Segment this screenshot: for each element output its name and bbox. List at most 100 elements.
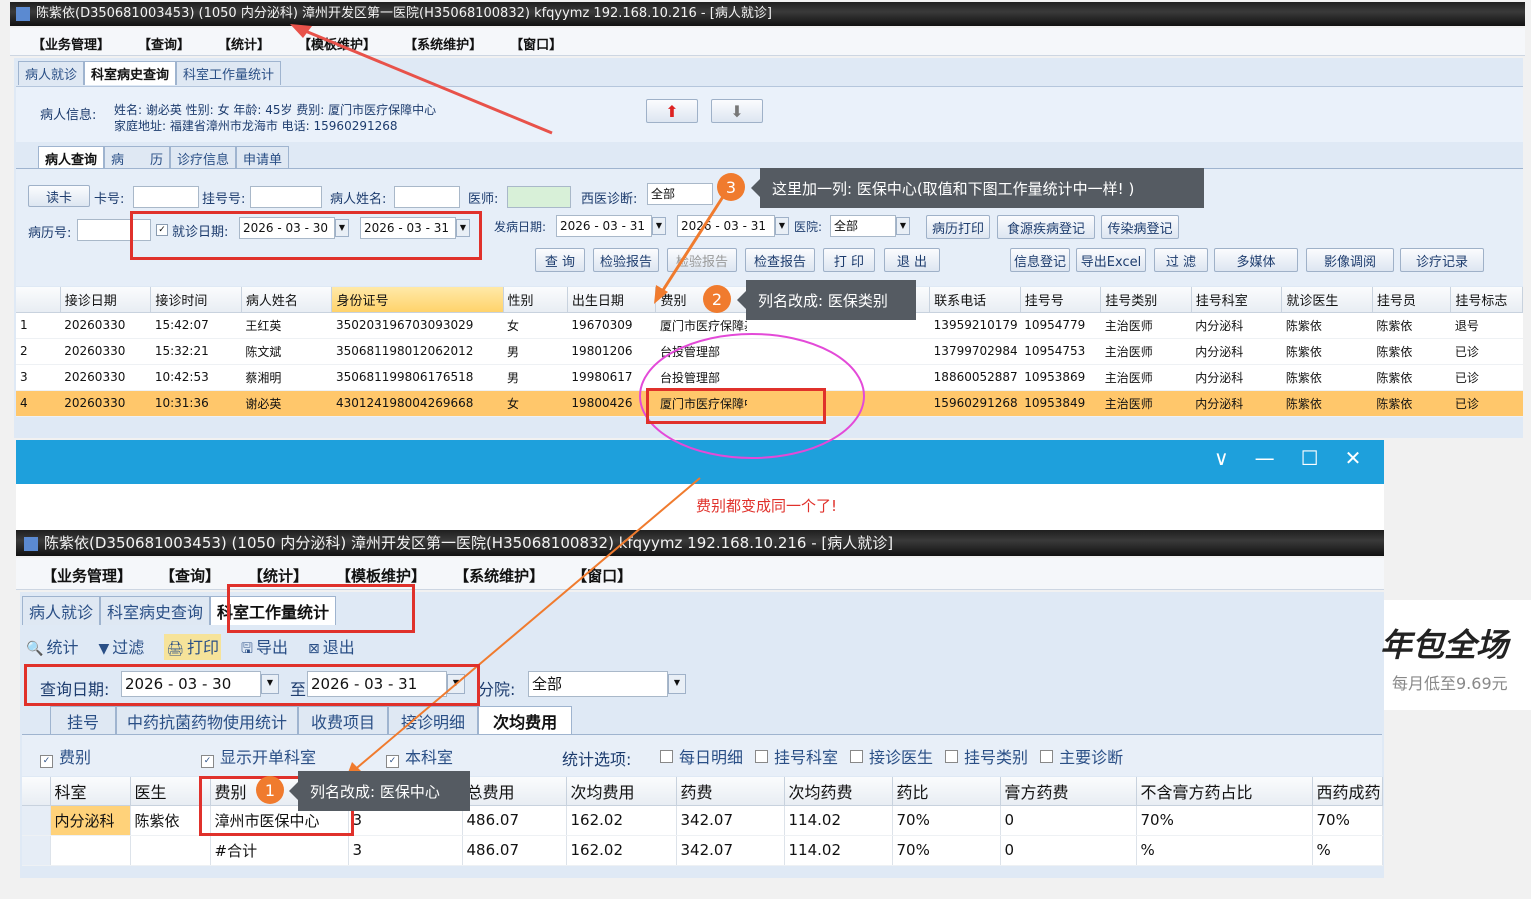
record-print-button[interactable]: 病历打印	[926, 215, 990, 239]
tab-patient-visit[interactable]: 病人就诊	[22, 596, 101, 625]
chevron-down-icon[interactable]: ∨	[1214, 446, 1229, 476]
tab-visit-detail[interactable]: 接诊明细	[388, 706, 479, 735]
diagnosis-select[interactable]: 全部	[647, 183, 713, 205]
column-header[interactable]: 费别	[655, 287, 748, 313]
reg-type-checkbox[interactable]: 挂号类别	[945, 744, 1028, 768]
tab-treatment-info[interactable]: 诊疗信息	[170, 146, 237, 170]
menu-template[interactable]: 【模板维护】	[336, 565, 426, 586]
menu-business[interactable]: 【业务管理】	[32, 34, 110, 53]
tab-registration[interactable]: 挂号	[50, 706, 117, 735]
column-header[interactable]: 西药成药	[1312, 777, 1383, 806]
column-header[interactable]: 总费用	[462, 777, 567, 806]
tab-charge-items[interactable]: 收费项目	[298, 706, 389, 735]
column-header[interactable]: 接诊日期	[60, 287, 152, 313]
info-register-button[interactable]: 信息登记	[1010, 248, 1070, 272]
column-header[interactable]: 性别	[503, 287, 568, 313]
treatment-record-button[interactable]: 诊疗记录	[1400, 248, 1484, 272]
column-header[interactable]: 病人姓名	[241, 287, 333, 313]
reg-dept-checkbox[interactable]: 挂号科室	[755, 744, 838, 768]
export-excel-button[interactable]: 导出Excel	[1076, 248, 1146, 272]
patient-name-input[interactable]	[394, 186, 460, 208]
menu-system[interactable]: 【系统维护】	[404, 34, 482, 53]
menu-system[interactable]: 【系统维护】	[454, 565, 544, 586]
chevron-down-icon[interactable]: ▼	[668, 674, 686, 694]
menu-stats[interactable]: 【统计】	[248, 565, 308, 586]
column-header[interactable]: 药比	[892, 777, 1001, 806]
tab-requisition[interactable]: 申请单	[236, 146, 290, 170]
filter-button[interactable]: 过 滤	[1154, 248, 1208, 272]
close-icon[interactable]: ✕	[1345, 446, 1362, 476]
visit-doctor-checkbox[interactable]: 接诊医生	[850, 744, 933, 768]
column-header[interactable]: 药费	[676, 777, 785, 806]
print-button[interactable]: 打 印	[823, 248, 875, 272]
maximize-icon[interactable]: ☐	[1301, 446, 1319, 476]
column-header[interactable]	[22, 777, 51, 806]
column-header[interactable]: 次均费用	[566, 777, 677, 806]
filter-button[interactable]: ▼ 过滤	[98, 634, 144, 660]
column-header[interactable]: 挂号科室	[1191, 287, 1283, 313]
lab-report-button[interactable]: 检验报告	[593, 248, 659, 272]
daily-detail-checkbox[interactable]: 每日明细	[660, 744, 743, 768]
foodborne-register-button[interactable]: 食源疾病登记	[997, 215, 1095, 239]
table-row[interactable]: 3 20260330 10:42:53 蔡湘明 350681199806176518 男 1…	[16, 364, 1523, 391]
column-header[interactable]: 出生日期	[567, 287, 657, 313]
exit-button[interactable]: ⊠ 退出	[308, 634, 355, 660]
column-header[interactable]: 膏方药费	[1000, 777, 1137, 806]
exit-button[interactable]: 退 出	[884, 248, 940, 272]
tab-herbal-antibiotic[interactable]: 中药抗菌药物使用统计	[116, 706, 299, 735]
column-header[interactable]: 联系电话	[929, 287, 1021, 313]
tab-dept-history[interactable]: 科室病史查询	[100, 596, 211, 625]
read-card-button[interactable]: 读卡	[28, 185, 90, 207]
menu-window[interactable]: 【窗口】	[572, 565, 632, 586]
minimize-icon[interactable]: —	[1255, 446, 1275, 476]
menu-business[interactable]: 【业务管理】	[42, 565, 132, 586]
tab-medical-record[interactable]: 病 历	[104, 146, 171, 170]
infectious-register-button[interactable]: 传染病登记	[1101, 215, 1179, 239]
hospital-select[interactable]: 全部	[830, 215, 896, 237]
next-patient-button[interactable]: ⬇	[711, 99, 763, 123]
menu-query[interactable]: 【查询】	[160, 565, 220, 586]
menu-query[interactable]: 【查询】	[138, 34, 190, 53]
reg-no-input[interactable]	[250, 186, 322, 208]
column-header[interactable]: 身份证号	[331, 287, 504, 313]
table-row[interactable]: #合计 3 486.07 162.02 342.07 114.02 70% 0%%	[22, 835, 1383, 866]
column-header[interactable]: 挂号标志	[1450, 287, 1523, 313]
image-review-button[interactable]: 影像调阅	[1306, 248, 1394, 272]
show-dept-checkbox[interactable]: ✓ 显示开单科室	[201, 744, 316, 768]
chevron-down-icon[interactable]: ▼	[775, 217, 789, 235]
menu-template[interactable]: 【模板维护】	[298, 34, 376, 53]
multimedia-button[interactable]: 多媒体	[1214, 248, 1298, 272]
query-button[interactable]: 查 询	[535, 248, 585, 272]
menu-stats[interactable]: 【统计】	[218, 34, 270, 53]
tab-patient-visit[interactable]: 病人就诊	[18, 61, 85, 85]
fee-type-checkbox[interactable]: ✓ 费别	[40, 744, 91, 768]
column-header[interactable]: 挂号号	[1020, 287, 1102, 313]
exam-report-button[interactable]: 检查报告	[745, 248, 815, 272]
tab-dept-workload[interactable]: 科室工作量统计	[176, 61, 282, 85]
lab-report-button-disabled[interactable]: 检验报告	[667, 248, 737, 272]
column-header[interactable]: 次均药费	[784, 777, 893, 806]
main-diagnosis-checkbox[interactable]: 主要诊断	[1040, 744, 1123, 768]
column-header[interactable]: 就诊医生	[1281, 287, 1373, 313]
tab-dept-history[interactable]: 科室病史查询	[84, 61, 177, 85]
column-header[interactable]: 科室	[50, 777, 131, 806]
chevron-down-icon[interactable]: ▼	[652, 217, 666, 235]
print-button[interactable]: 🖨 打印	[164, 634, 222, 660]
column-header[interactable]: 挂号员	[1372, 287, 1452, 313]
previous-patient-button[interactable]: ⬆	[646, 99, 698, 123]
column-header[interactable]: 挂号类别	[1100, 287, 1192, 313]
chevron-down-icon[interactable]: ▼	[896, 217, 910, 235]
tab-patient-query[interactable]: 病人查询	[38, 146, 105, 170]
branch-select[interactable]: 全部	[528, 671, 668, 697]
column-header[interactable]: 不含膏方药占比	[1136, 777, 1313, 806]
column-header[interactable]	[16, 287, 61, 313]
card-input[interactable]	[133, 186, 199, 208]
doctor-input[interactable]	[507, 186, 571, 208]
tab-avg-cost[interactable]: 次均费用	[478, 706, 573, 735]
export-button[interactable]: 🖫 导出	[241, 634, 288, 660]
column-header[interactable]: 接诊时间	[150, 287, 242, 313]
column-header[interactable]: 医生	[130, 777, 211, 806]
this-dept-checkbox[interactable]: ✓ 本科室	[386, 744, 453, 768]
onset-date-to[interactable]: 2026 - 03 - 31	[677, 215, 775, 237]
stats-button[interactable]: 🔍 统计	[26, 634, 78, 660]
